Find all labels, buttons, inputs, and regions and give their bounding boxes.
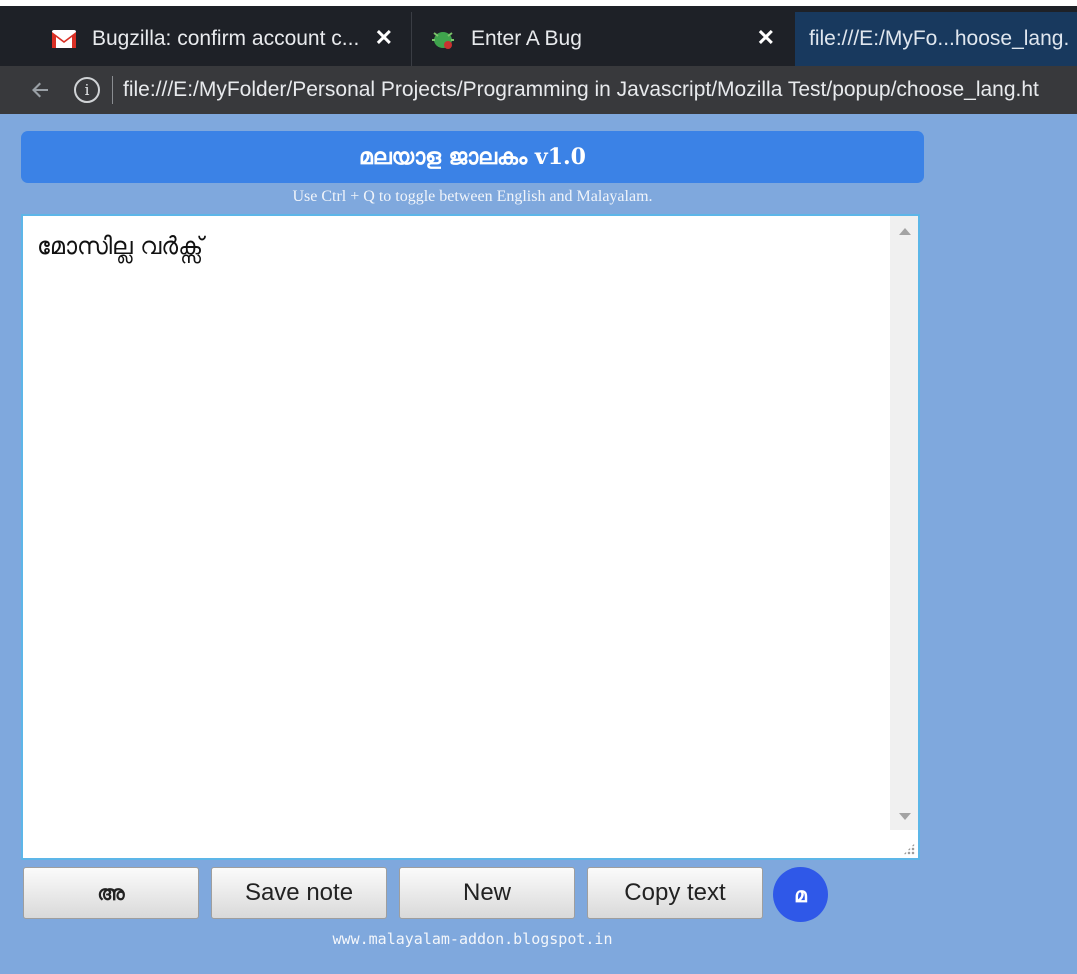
bugzilla-icon <box>429 25 457 53</box>
tab-title: file:///E:/MyFo...hoose_lang. <box>809 27 1070 50</box>
browser-tab-strip: Bugzilla: confirm account c... ✕ Enter A… <box>0 0 1077 66</box>
address-separator <box>112 76 113 104</box>
tab-title: Enter A Bug <box>471 27 582 50</box>
new-button[interactable]: New <box>399 867 575 919</box>
copy-text-button[interactable]: Copy text <box>587 867 763 919</box>
app-title: മലയാള ജാലകം v1.0 <box>359 144 586 170</box>
tab-choose-lang[interactable]: file:///E:/MyFo...hoose_lang. <box>795 12 1077 66</box>
language-toggle-button[interactable]: അ <box>23 867 199 919</box>
vertical-scrollbar[interactable] <box>890 216 918 830</box>
note-textarea[interactable]: മോസില്ല വർക്സ് <box>21 214 920 860</box>
address-bar: i file:///E:/MyFolder/Personal Projects/… <box>0 66 1077 114</box>
toggle-hint: Use Ctrl + Q to toggle between English a… <box>292 188 653 205</box>
tab-bugzilla-confirm[interactable]: Bugzilla: confirm account c... ✕ <box>10 12 412 66</box>
editor-text: മോസില്ല വർക്സ് <box>37 232 204 260</box>
url-field[interactable]: file:///E:/MyFolder/Personal Projects/Pr… <box>123 78 1039 102</box>
tab-title: Bugzilla: confirm account c... <box>92 27 360 50</box>
scroll-up-arrow-icon[interactable] <box>899 228 911 235</box>
gmail-icon <box>50 25 78 53</box>
scroll-down-arrow-icon[interactable] <box>899 813 911 820</box>
close-tab-icon[interactable]: ✕ <box>757 25 775 51</box>
malayalam-keyboard-button[interactable]: മ <box>773 867 828 922</box>
app-title-bar: മലയാള ജാലകം v1.0 <box>21 131 924 183</box>
resize-grip-icon[interactable] <box>903 843 915 855</box>
info-icon[interactable]: i <box>74 77 100 103</box>
back-arrow-icon[interactable] <box>28 78 56 102</box>
close-tab-icon[interactable]: ✕ <box>375 25 393 51</box>
footer-link[interactable]: www.malayalam-addon.blogspot.in <box>21 930 924 948</box>
tab-enter-a-bug[interactable]: Enter A Bug ✕ <box>413 12 793 66</box>
save-note-button[interactable]: Save note <box>211 867 387 919</box>
